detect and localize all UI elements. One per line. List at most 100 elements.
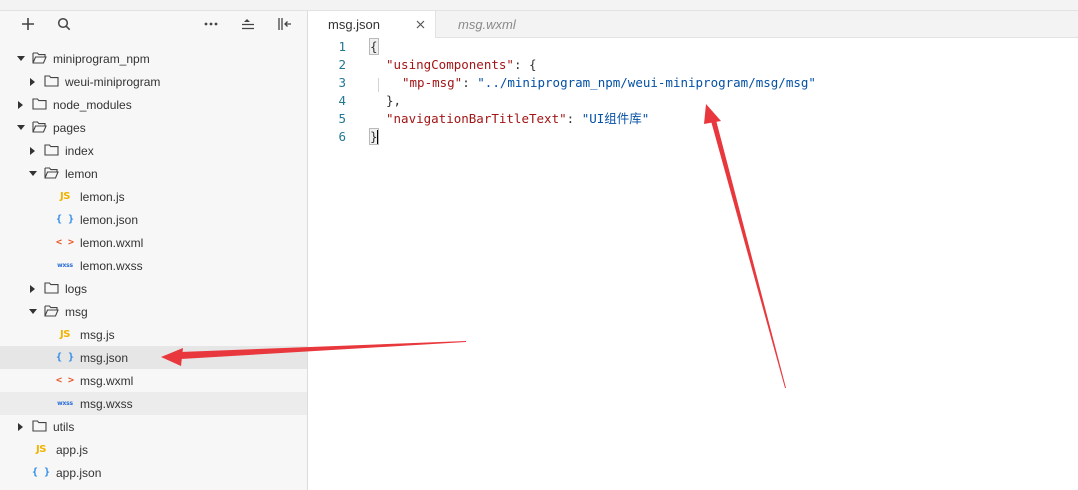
tree-file[interactable]: < > lemon.wxml (0, 231, 307, 254)
folder-icon (44, 282, 59, 294)
chevron-right-icon[interactable] (16, 422, 26, 432)
chevron-down-icon[interactable] (16, 123, 26, 133)
json-file-icon: { } (55, 214, 75, 225)
tree-file[interactable]: { } lemon.json (0, 208, 307, 231)
tree-item-label: msg.js (80, 327, 115, 342)
tree-item-label: msg.json (80, 350, 129, 365)
tab-msg-wxml[interactable]: msg.wxml (436, 11, 546, 37)
tree-file[interactable]: { } msg.json (0, 346, 307, 369)
chevron-right-icon[interactable] (28, 146, 38, 156)
code-line-6: } (369, 128, 379, 146)
folder-open-icon (44, 305, 59, 317)
code-editor[interactable]: 1 2 3 4 5 6 { "usingComponents": { "mp-m… (308, 38, 1078, 490)
folder-icon (44, 75, 59, 87)
tree-item-label: lemon (65, 166, 98, 181)
search-icon[interactable] (52, 12, 76, 36)
wxss-file-icon: wxss (57, 262, 73, 269)
json-string: "../miniprogram_npm/weui-miniprogram/msg… (477, 75, 816, 90)
line-number: 4 (338, 93, 346, 108)
tree-file[interactable]: JS msg.js (0, 323, 307, 346)
tab-label: msg.wxml (458, 16, 516, 32)
tree-item-label: lemon.js (80, 189, 125, 204)
chevron-down-icon[interactable] (28, 169, 38, 179)
open-brace: { (369, 38, 379, 55)
code-line-4: }, (386, 92, 401, 110)
wxml-file-icon: < > (55, 375, 75, 386)
add-icon[interactable] (16, 12, 40, 36)
tree-item-label: lemon.wxss (80, 258, 143, 273)
folder-icon (44, 144, 59, 156)
tree-item-label: msg.wxss (80, 396, 133, 411)
tree-item-label: pages (53, 120, 86, 135)
tree-folder[interactable]: msg (0, 300, 307, 323)
tree-item-label: logs (65, 281, 88, 296)
tree-item-label: msg (65, 304, 88, 319)
line-number: 5 (338, 111, 346, 126)
tree-item-label: lemon.wxml (80, 235, 144, 250)
folder-icon (32, 98, 47, 110)
js-file-icon: JS (60, 329, 70, 340)
code-line-1: { (369, 38, 379, 56)
folder-icon (32, 420, 47, 432)
tree-file[interactable]: JS app.js (0, 438, 307, 461)
json-string: "UI组件库" (581, 111, 650, 126)
tree-item-label: lemon.json (80, 212, 139, 227)
tree-file[interactable]: wxss lemon.wxss (0, 254, 307, 277)
tab-label: msg.json (328, 17, 381, 32)
json-key: "mp-msg" (402, 75, 463, 90)
json-file-icon: { } (55, 352, 75, 363)
folder-open-icon (32, 52, 47, 64)
tree-file[interactable]: < > msg.wxml (0, 369, 307, 392)
line-number: 3 (338, 75, 346, 90)
code-line-2: "usingComponents": { (386, 56, 537, 74)
tree-file[interactable]: wxss msg.wxss (0, 392, 307, 415)
tree-folder[interactable]: logs (0, 277, 307, 300)
tab-msg-json[interactable]: msg.json (308, 11, 436, 38)
tree-folder[interactable]: pages (0, 116, 307, 139)
tree-item-label: index (65, 143, 94, 158)
text-cursor (376, 130, 378, 145)
wxss-file-icon: wxss (57, 400, 73, 407)
editor-tab-bar: msg.json msg.wxml (308, 11, 1078, 38)
tree-item-label: miniprogram_npm (53, 51, 150, 66)
chevron-right-icon[interactable] (28, 284, 38, 294)
code-line-5: "navigationBarTitleText": "UI组件库" (386, 110, 649, 128)
explorer-toolbar (0, 11, 307, 37)
punctuation: : { (513, 57, 537, 72)
tree-item-label: weui-miniprogram (65, 74, 161, 89)
chevron-down-icon[interactable] (16, 54, 26, 64)
tree-file[interactable]: JS lemon.js (0, 185, 307, 208)
folder-open-icon (32, 121, 47, 133)
tree-folder[interactable]: miniprogram_npm (0, 47, 307, 70)
chevron-down-icon[interactable] (28, 307, 38, 317)
file-explorer-sidebar: miniprogram_npm weui-miniprogram node_modu… (0, 11, 308, 490)
folder-open-icon (44, 167, 59, 179)
chevron-right-icon[interactable] (16, 100, 26, 110)
window-top-strip (0, 0, 1078, 11)
more-icon[interactable] (199, 12, 223, 36)
tree-folder[interactable]: index (0, 139, 307, 162)
tree-file[interactable]: { } app.json (0, 461, 307, 484)
js-file-icon: JS (36, 444, 46, 455)
indent-guide (378, 78, 379, 92)
code-line-3: "mp-msg": "../miniprogram_npm/weui-minip… (402, 74, 816, 92)
tree-folder[interactable]: node_modules (0, 93, 307, 116)
json-key: "navigationBarTitleText" (386, 111, 567, 126)
tree-folder[interactable]: weui-miniprogram (0, 70, 307, 93)
tree-folder[interactable]: utils (0, 415, 307, 438)
tree-item-label: msg.wxml (80, 373, 134, 388)
chevron-right-icon[interactable] (28, 77, 38, 87)
json-file-icon: { } (31, 467, 51, 478)
punctuation: }, (386, 93, 402, 108)
hide-sidebar-icon[interactable] (273, 12, 297, 36)
collapse-all-icon[interactable] (236, 12, 260, 36)
tree-folder[interactable]: lemon (0, 162, 307, 185)
punctuation: : (566, 111, 582, 126)
tree-item-label: utils (53, 419, 75, 434)
close-icon[interactable] (413, 17, 427, 31)
tree-item-label: node_modules (53, 97, 132, 112)
line-number: 2 (338, 57, 346, 72)
tree-item-label: app.json (56, 465, 102, 480)
line-number: 1 (338, 39, 346, 54)
file-tree: miniprogram_npm weui-miniprogram node_modu… (0, 47, 307, 484)
